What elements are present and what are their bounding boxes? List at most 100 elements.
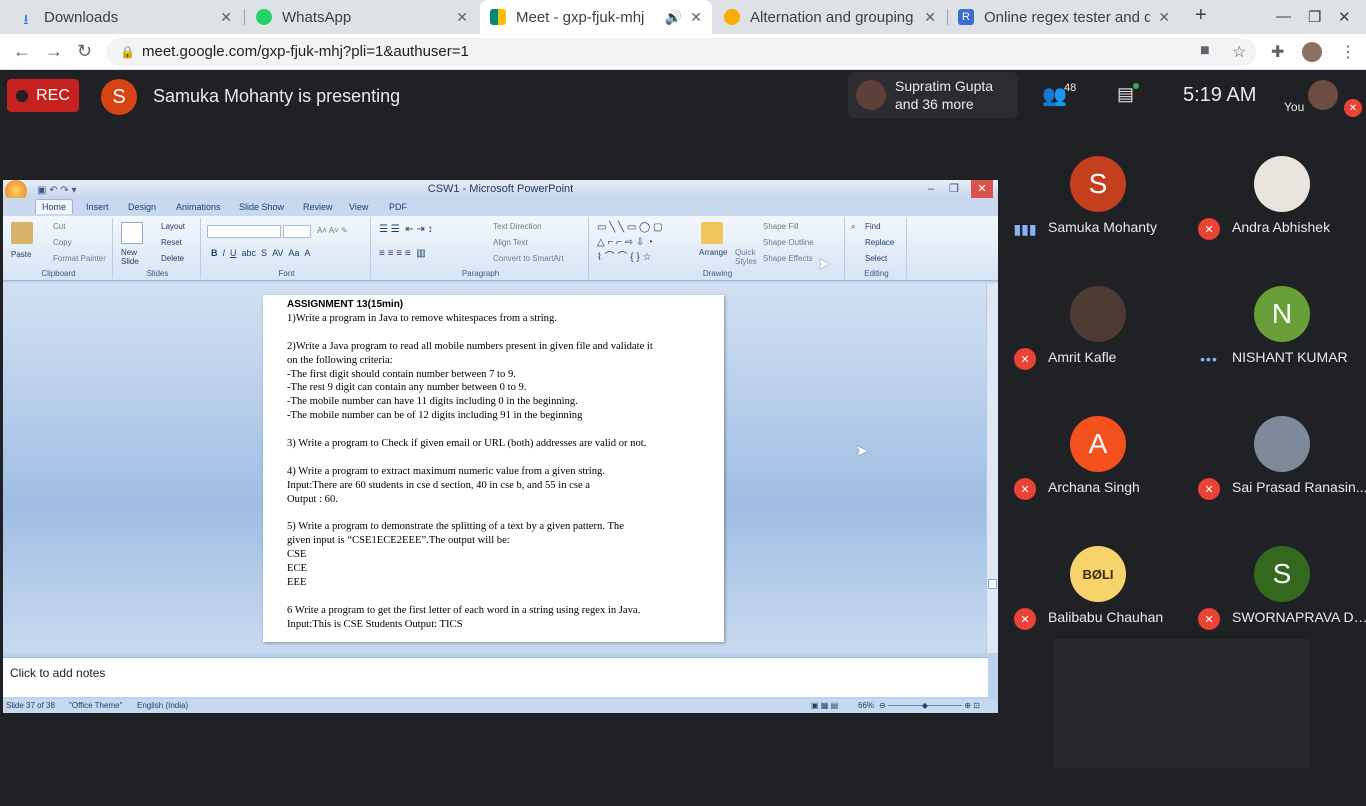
theme-name: "Office Theme" bbox=[69, 701, 123, 710]
close-tab-icon[interactable]: ✕ bbox=[1158, 9, 1170, 26]
minimize-icon[interactable]: — bbox=[1276, 8, 1291, 25]
speaker-icon[interactable]: 🔊 bbox=[665, 9, 682, 26]
tab-whatsapp[interactable]: WhatsApp ✕ bbox=[246, 0, 478, 34]
slide-text-line: 2)Write a Java program to read all mobil… bbox=[287, 340, 653, 352]
alignment-icons: ≡ ≡ ≡ ≡ ▥ bbox=[379, 248, 426, 259]
restore-icon[interactable]: ❐ bbox=[1308, 8, 1321, 26]
slide-heading: ASSIGNMENT 13(15min) bbox=[287, 299, 404, 310]
copy-label: Copy bbox=[53, 238, 72, 247]
shape-effects-label: Shape Effects bbox=[763, 254, 813, 263]
tab-regex[interactable]: R Online regex tester and d ✕ bbox=[948, 0, 1180, 34]
participant-tile[interactable]: N ••• NISHANT KUMAR bbox=[1190, 286, 1366, 416]
editing-group-label: Editing bbox=[864, 269, 889, 278]
participant-name: Balibabu Chauhan bbox=[1048, 609, 1164, 625]
arrange-label: Arrange bbox=[699, 248, 728, 257]
find-label: Find bbox=[865, 222, 881, 231]
ppt-ribbon: Paste Cut Copy Format Painter Clipboard … bbox=[3, 216, 998, 281]
chat-icon[interactable]: ▤ bbox=[1117, 84, 1134, 105]
close-tab-icon[interactable]: ✕ bbox=[456, 9, 468, 26]
ppt-tab-review: Review bbox=[303, 202, 333, 212]
ppt-title-bar: ▣ ↶ ↷ ▾ CSW1 - Microsoft PowerPoint – ❐ … bbox=[3, 180, 998, 202]
close-window-icon[interactable]: ✕ bbox=[1338, 8, 1351, 26]
arrange-icon bbox=[701, 222, 723, 244]
record-dot-icon bbox=[16, 89, 29, 102]
self-avatar[interactable] bbox=[1308, 80, 1338, 110]
participant-avatar: BØLI bbox=[1070, 546, 1126, 602]
paste-icon bbox=[11, 222, 33, 244]
slides-group-label: Slides bbox=[146, 269, 169, 278]
close-tab-icon[interactable]: ✕ bbox=[220, 9, 232, 26]
participant-avatar: N bbox=[1254, 286, 1310, 342]
presenter-avatar: S bbox=[101, 79, 137, 115]
shape-outline-label: Shape Outline bbox=[763, 238, 814, 247]
slide-text-line: Input:This is CSE Students Output: TICS bbox=[287, 618, 463, 630]
scroll-thumb bbox=[988, 579, 997, 589]
participant-avatar: A bbox=[1070, 416, 1126, 472]
zoom-level: 66% bbox=[858, 701, 875, 710]
camera-icon[interactable]: ■ bbox=[1200, 42, 1210, 60]
tab-title: Downloads bbox=[44, 8, 119, 26]
new-slide-label: New Slide bbox=[121, 248, 139, 266]
ppt-tab-slideshow: Slide Show bbox=[239, 202, 285, 212]
participant-tile[interactable]: ✕ Amrit Kafle bbox=[1006, 286, 1190, 416]
speaking-indicator-icon: ▮▮▮ bbox=[1013, 220, 1037, 237]
font-size-box bbox=[283, 225, 311, 238]
participant-name: Sai Prasad Ranasin... bbox=[1232, 479, 1366, 495]
mic-off-icon: ✕ bbox=[1344, 99, 1362, 117]
tab-meet[interactable]: Meet - gxp-fjuk-mhj 🔊 ✕ bbox=[480, 0, 712, 34]
select-label: Select bbox=[865, 254, 888, 263]
audio-idle-icon: ••• bbox=[1200, 351, 1218, 367]
slide-text-line: 3) Write a program to Check if given ema… bbox=[287, 438, 647, 449]
reload-icon[interactable]: ↻ bbox=[77, 41, 92, 62]
notes-pane: Click to add notes bbox=[3, 657, 988, 697]
ppt-restore-icon: ❐ bbox=[949, 183, 959, 195]
mic-off-icon: ✕ bbox=[1198, 478, 1220, 500]
tab-downloads[interactable]: ⭳ Downloads ✕ bbox=[8, 0, 242, 34]
participant-tile[interactable]: ✕ Andra Abhishek bbox=[1190, 156, 1366, 286]
participant-avatar: S bbox=[1254, 546, 1310, 602]
slide-text-line: -The first digit should contain number b… bbox=[287, 368, 516, 380]
participant-tile[interactable]: ✕ Sai Prasad Ranasin... bbox=[1190, 416, 1366, 546]
participant-tile[interactable]: A ✕ Archana Singh bbox=[1006, 416, 1190, 546]
meet-icon bbox=[490, 9, 506, 25]
list-indent-icons: ☰ ☰ ⇤ ⇥ ↕ bbox=[379, 224, 433, 235]
close-tab-icon[interactable]: ✕ bbox=[924, 9, 936, 26]
presenting-text: Samuka Mohanty is presenting bbox=[153, 86, 401, 106]
participant-avatar bbox=[1254, 156, 1310, 212]
address-bar[interactable]: 🔒 meet.google.com/gxp-fjuk-mhj?pli=1&aut… bbox=[106, 38, 1256, 66]
bookmark-star-icon[interactable]: ☆ bbox=[1232, 42, 1246, 62]
slide-text-line: -The mobile number can be of 12 digits i… bbox=[287, 410, 583, 422]
mic-off-icon: ✕ bbox=[1014, 348, 1036, 370]
back-icon[interactable]: ← bbox=[13, 41, 31, 62]
language: English (India) bbox=[137, 701, 189, 710]
meet-stage: REC S Samuka Mohanty is presenting Supra… bbox=[0, 71, 1366, 768]
ribbon-group-clipboard: Paste Cut Copy Format Painter Clipboard bbox=[5, 218, 113, 279]
shapes-gallery-icon: ▭ ╲ ╲ ▭ ◯ ▢ △ ⌐ ⌐ ⇨ ⇩ ◔ ⌇ ⌒ ⌒ { } ☆ bbox=[597, 222, 663, 263]
delete-label: Delete bbox=[161, 254, 185, 263]
align-text-label: Align Text bbox=[493, 238, 528, 247]
slide-text-line: -The mobile number can have 11 digits in… bbox=[287, 396, 578, 408]
slide-text-line: 6 Write a program to get the first lette… bbox=[287, 604, 641, 616]
slide-page: ASSIGNMENT 13(15min) 1)Write a program in… bbox=[263, 295, 724, 642]
tab-alternation[interactable]: Alternation and grouping ✕ bbox=[714, 0, 946, 34]
participant-tile[interactable]: S ▮▮▮ Samuka Mohanty bbox=[1006, 156, 1190, 286]
quick-styles-label: Quick Styles bbox=[735, 248, 757, 266]
whatsapp-icon bbox=[256, 9, 272, 25]
new-tab-button[interactable]: + bbox=[1195, 4, 1207, 27]
extensions-icon[interactable]: ✚ bbox=[1271, 42, 1284, 62]
ppt-status-bar: Slide 37 of 38 "Office Theme" English (I… bbox=[3, 699, 998, 713]
active-speakers-chip[interactable]: Supratim Gupta and 36 more bbox=[848, 72, 1018, 118]
slide-scrollbar bbox=[986, 283, 998, 653]
ppt-tab-design: Design bbox=[128, 202, 157, 212]
speaker-avatar bbox=[856, 80, 886, 110]
close-tab-icon[interactable]: ✕ bbox=[690, 9, 702, 26]
slide-text-line: 4) Write a program to extract maximum nu… bbox=[287, 465, 605, 477]
profile-avatar[interactable] bbox=[1302, 42, 1322, 62]
mouse-cursor-icon: ➤ bbox=[817, 256, 831, 273]
menu-kebab-icon[interactable]: ⋮ bbox=[1340, 42, 1356, 62]
forward-icon[interactable]: → bbox=[45, 41, 63, 62]
tab-title: Meet - gxp-fjuk-mhj bbox=[516, 8, 645, 26]
ppt-tab-view: View bbox=[349, 202, 369, 212]
cut-label: Cut bbox=[53, 222, 66, 231]
slide-count: Slide 37 of 38 bbox=[6, 701, 55, 710]
